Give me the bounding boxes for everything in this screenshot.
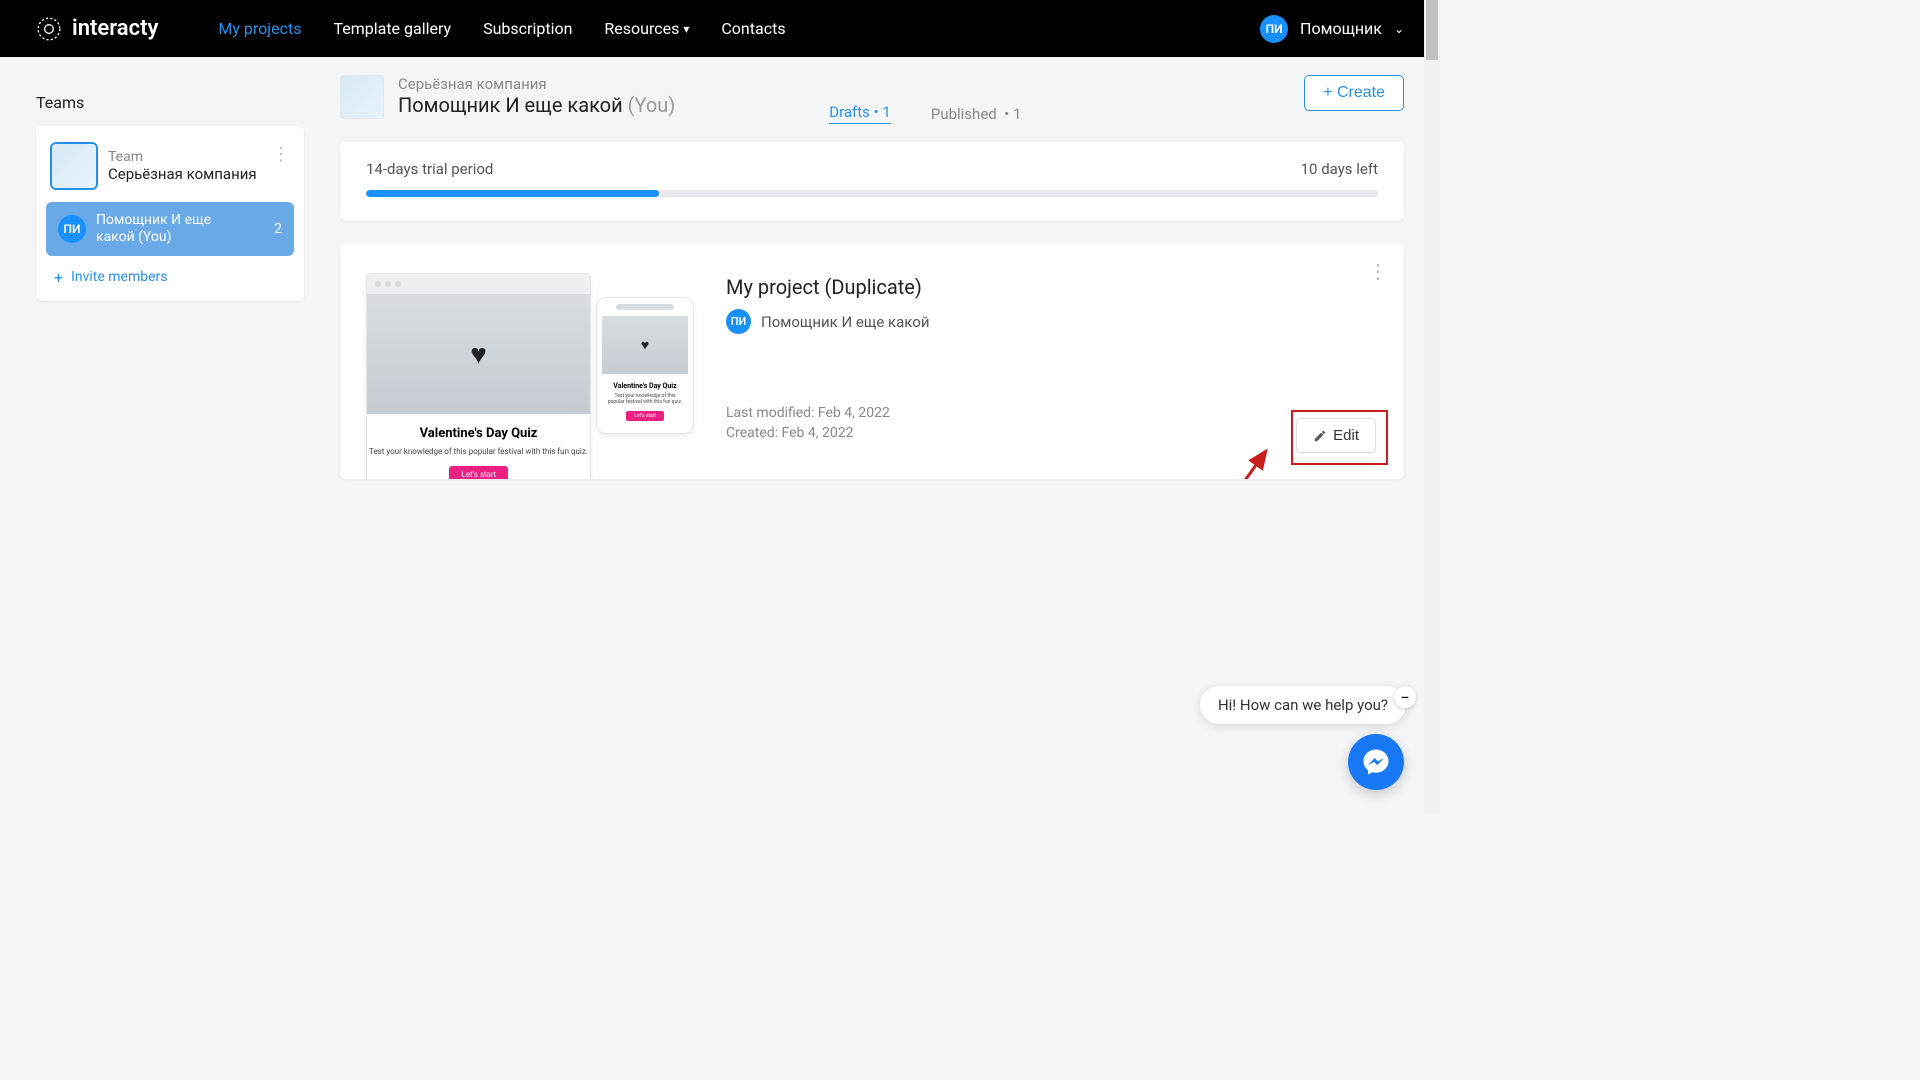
member-count: 2 xyxy=(274,221,282,237)
browser-bar xyxy=(367,274,590,294)
edit-label: Edit xyxy=(1333,427,1359,444)
trial-progress-fill xyxy=(366,190,659,197)
pencil-icon xyxy=(1313,429,1327,443)
project-info: My project (Duplicate) ПИ Помощник И еще… xyxy=(726,273,1378,479)
company-thumbnail xyxy=(340,75,384,119)
preview-subtitle: Test your knowledge of this popular fest… xyxy=(602,393,688,405)
messenger-icon xyxy=(1361,747,1391,777)
invite-label: Invite members xyxy=(71,269,167,285)
scrollbar[interactable]: ▲ xyxy=(1424,0,1440,814)
hero-image xyxy=(602,316,688,374)
brand-name: interacty xyxy=(72,16,158,41)
project-filter-tabs: Drafts • 1 Published • 1 xyxy=(829,103,1021,124)
project-preview: Valentine's Day Quiz Test your knowledge… xyxy=(366,273,696,479)
main-nav: My projects Template gallery Subscriptio… xyxy=(218,19,785,38)
preview-cta: Let's start xyxy=(449,466,507,479)
project-owner: ПИ Помощник И еще какой xyxy=(726,309,1378,334)
modified-date: Last modified: Feb 4, 2022 xyxy=(726,404,1378,424)
kebab-menu-icon[interactable]: ⋮ xyxy=(1368,259,1388,283)
trial-label: 14-days trial period xyxy=(366,160,493,178)
header-left: interacty My projects Template gallery S… xyxy=(36,16,786,42)
preview-title: Valentine's Day Quiz xyxy=(602,382,688,390)
sidebar-title: Teams xyxy=(36,93,304,112)
trial-card: 14-days trial period 10 days left xyxy=(340,142,1404,221)
company-name: Серьёзная компания xyxy=(398,75,675,93)
mobile-preview: Valentine's Day Quiz Test your knowledge… xyxy=(596,297,694,434)
project-title: My project (Duplicate) xyxy=(726,275,1378,299)
trial-remaining: 10 days left xyxy=(1301,160,1378,178)
owner-name-label: Помощник И еще какой xyxy=(761,313,929,331)
scroll-thumb[interactable] xyxy=(1426,0,1438,60)
nav-resources[interactable]: Resources ▾ xyxy=(604,19,689,38)
owner-name: Помощник И еще какой (You) xyxy=(398,93,675,117)
desktop-preview: Valentine's Day Quiz Test your knowledge… xyxy=(366,273,591,479)
team-card: Team Серьёзная компания ⋮ ПИ Помощник И … xyxy=(36,126,304,301)
owner-avatar: ПИ xyxy=(726,309,751,334)
trial-progress-bar xyxy=(366,190,1378,197)
team-header[interactable]: Team Серьёзная компания ⋮ xyxy=(46,136,294,202)
invite-members[interactable]: + Invite members xyxy=(46,256,294,291)
user-name-label: Помощник xyxy=(1300,19,1382,38)
nav-my-projects[interactable]: My projects xyxy=(218,19,301,38)
chat-text: Hi! How can we help you? xyxy=(1218,696,1388,714)
project-dates: Last modified: Feb 4, 2022 Created: Feb … xyxy=(726,404,1378,443)
chevron-down-icon: ▾ xyxy=(683,22,689,36)
chat-minimize[interactable]: − xyxy=(1394,686,1416,708)
preview-subtitle: Test your knowledge of this popular fest… xyxy=(367,447,590,456)
page-body: Teams Team Серьёзная компания ⋮ ПИ Помощ… xyxy=(0,57,1440,497)
kebab-menu-icon[interactable]: ⋮ xyxy=(272,144,290,165)
content-header-left: Серьёзная компания Помощник И еще какой … xyxy=(340,75,1021,124)
main-content: Серьёзная компания Помощник И еще какой … xyxy=(340,75,1404,479)
nav-template-gallery[interactable]: Template gallery xyxy=(333,19,451,38)
team-member-row[interactable]: ПИ Помощник И еще какой (You) 2 xyxy=(46,202,294,256)
content-header: Серьёзная компания Помощник И еще какой … xyxy=(340,75,1404,124)
member-avatar: ПИ xyxy=(58,215,86,243)
user-avatar: ПИ xyxy=(1260,15,1288,43)
preview-title: Valentine's Day Quiz xyxy=(367,426,590,441)
member-name-line1: Помощник И еще xyxy=(96,212,211,229)
brand-logo[interactable]: interacty xyxy=(36,16,158,42)
team-label: Team xyxy=(108,149,257,165)
chat-fab[interactable] xyxy=(1348,734,1404,790)
nav-subscription[interactable]: Subscription xyxy=(483,19,572,38)
team-name: Серьёзная компания xyxy=(108,165,257,183)
logo-icon xyxy=(36,16,62,42)
project-card: ⋮ Valentine's Day Quiz Test your knowled… xyxy=(340,243,1404,479)
plus-icon: + xyxy=(54,268,63,287)
hero-image xyxy=(367,294,590,414)
created-date: Created: Feb 4, 2022 xyxy=(726,424,1378,444)
team-thumbnail xyxy=(50,142,98,190)
tab-drafts[interactable]: Drafts • 1 xyxy=(829,103,891,124)
create-button[interactable]: + Create xyxy=(1304,75,1404,111)
edit-button[interactable]: Edit xyxy=(1296,418,1376,453)
tab-published[interactable]: Published • 1 xyxy=(931,105,1022,123)
chevron-down-icon: ⌄ xyxy=(1394,22,1404,36)
member-name-line2: какой (You) xyxy=(96,229,211,246)
header-user[interactable]: ПИ Помощник ⌄ xyxy=(1260,15,1404,43)
preview-cta: Let's start xyxy=(626,411,664,421)
app-header: interacty My projects Template gallery S… xyxy=(0,0,1440,57)
chat-bubble[interactable]: Hi! How can we help you? xyxy=(1200,686,1406,724)
sidebar: Teams Team Серьёзная компания ⋮ ПИ Помощ… xyxy=(36,75,304,479)
nav-contacts[interactable]: Contacts xyxy=(721,19,785,38)
